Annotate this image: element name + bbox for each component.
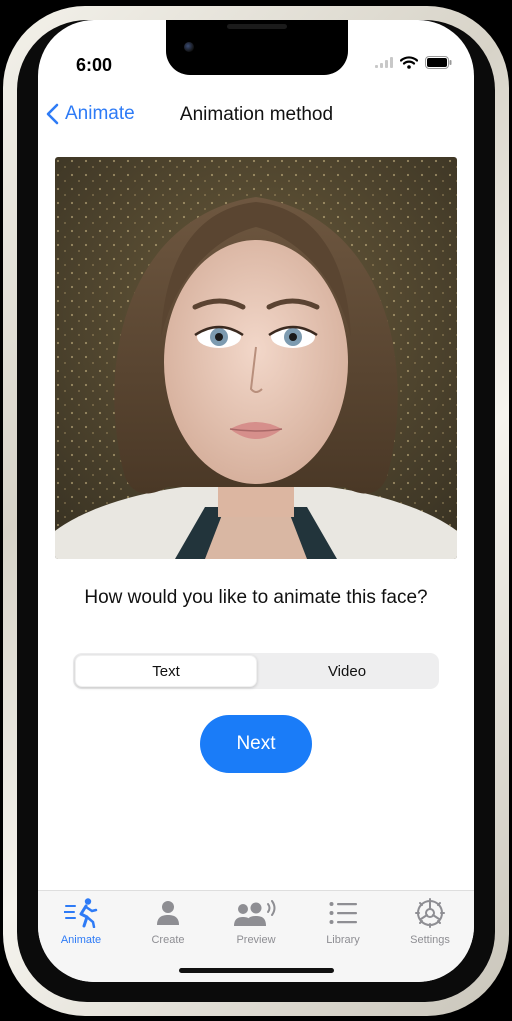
person-icon [157,901,179,925]
method-segmented-control: Text Video [73,653,439,689]
tab-settings-label: Settings [410,934,450,946]
notch [166,20,348,75]
tab-create-label: Create [151,934,185,946]
status-time: 6:00 [76,55,113,75]
battery-icon [425,56,452,69]
segment-text[interactable]: Text [75,655,257,687]
tab-library-label: Library [326,934,360,946]
list-icon [329,902,357,924]
home-indicator[interactable] [179,968,334,973]
tab-create[interactable]: Create [128,897,208,946]
wifi-icon [400,56,418,69]
tab-preview-label: Preview [236,934,276,946]
tab-library[interactable]: Library [303,897,383,946]
segment-video[interactable]: Video [257,655,437,687]
screen: 6:00 Animate Animation method How would … [38,20,474,982]
tab-animate[interactable]: Animate [41,897,121,946]
gear-icon [415,898,445,928]
face-image [55,157,457,559]
page-title: Animation method [179,104,334,125]
status-icons [375,56,452,69]
front-camera [184,42,194,52]
question-text: How would you like to animate this face? [84,587,428,608]
tab-settings[interactable]: Settings [390,897,470,946]
people-wave-icon [234,900,276,926]
signal-icon [375,57,393,68]
tab-animate-label: Animate [60,934,102,946]
speaker-grille [227,24,287,29]
next-button[interactable]: Next [200,715,312,773]
run-icon [64,898,98,928]
tab-preview[interactable]: Preview [216,897,296,946]
